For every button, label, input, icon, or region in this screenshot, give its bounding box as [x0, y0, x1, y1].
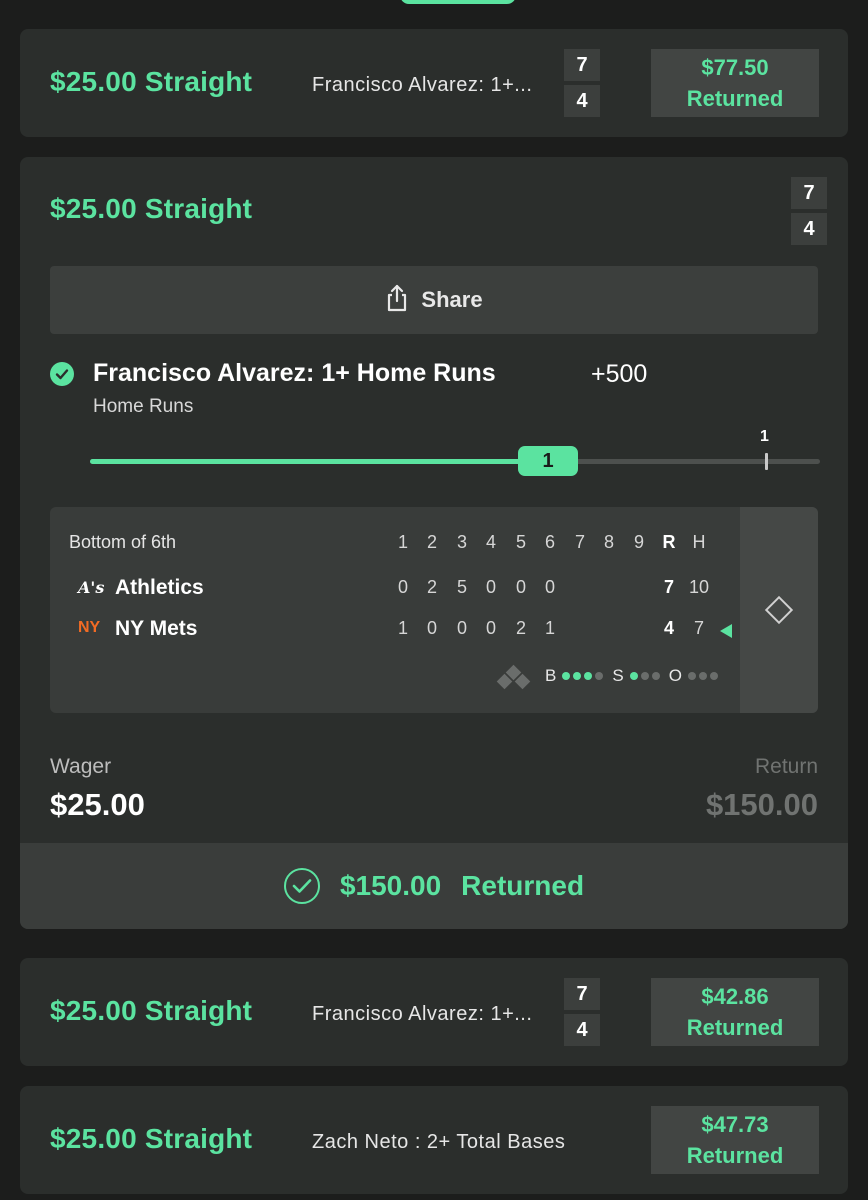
strike-dot — [629, 672, 638, 680]
inning-score: 2 — [426, 577, 437, 597]
field-view-button[interactable] — [740, 507, 818, 713]
share-button[interactable]: Share — [50, 266, 818, 334]
returned-label: Returned — [686, 86, 784, 111]
inning-score: 2 — [515, 618, 526, 638]
returned-label: Returned — [686, 1015, 784, 1040]
bet-card-3[interactable]: $25.00 Straight Francisco Alvarez: 1+...… — [20, 958, 848, 1066]
inning-score: 5 — [456, 577, 467, 597]
share-icon — [385, 284, 409, 317]
ball-dot — [595, 672, 604, 680]
athletics-logo-icon: A's — [78, 578, 105, 597]
score-away: 7 — [791, 177, 827, 209]
batting-indicator-icon — [720, 624, 732, 638]
returned-amount: $150.00 — [339, 870, 442, 901]
bet-title: $25.00 Straight — [50, 995, 253, 1026]
balls-label: B — [545, 666, 557, 685]
leg-won-check-icon — [50, 362, 74, 386]
hits-home: 7 — [693, 618, 704, 638]
inning-header: 2 — [426, 532, 437, 552]
out-dot — [698, 672, 707, 680]
returned-badge: $42.86 Returned — [651, 978, 819, 1046]
strikes-label: S — [612, 666, 624, 685]
ball-dot — [562, 672, 571, 680]
progress-track — [90, 459, 820, 464]
leg-market: Home Runs — [93, 396, 194, 417]
hits-away: 10 — [688, 577, 710, 597]
inning-score: 1 — [397, 618, 408, 638]
leg-description: Francisco Alvarez: 1+... — [312, 1003, 533, 1025]
inning-score: 1 — [544, 618, 555, 638]
inning-status: Bottom of 6th — [69, 532, 177, 552]
bet-title: $25.00 Straight — [50, 193, 253, 224]
score-away: 7 — [564, 978, 600, 1010]
inning-header: 7 — [574, 532, 585, 552]
strike-dot — [640, 672, 649, 680]
inning-score: 0 — [515, 577, 526, 597]
ball-dot — [573, 672, 582, 680]
bet-card-1[interactable]: $25.00 Straight Francisco Alvarez: 1+...… — [20, 29, 848, 137]
score-away: 7 — [564, 49, 600, 81]
strike-dot — [651, 672, 660, 680]
inning-header: 9 — [633, 532, 644, 552]
outs-label: O — [668, 666, 682, 685]
leg-description: Francisco Alvarez: 1+... — [312, 74, 533, 96]
progress-current-value: 1 — [518, 446, 578, 476]
leg-description: Zach Neto : 2+ Total Bases — [312, 1131, 566, 1153]
inning-header: 5 — [515, 532, 526, 552]
returned-amount: $47.73 — [701, 1112, 769, 1137]
share-label: Share — [421, 287, 483, 312]
returned-label: Returned — [686, 1143, 784, 1168]
progress-target-label: 1 — [760, 428, 769, 445]
out-dot — [687, 672, 696, 680]
returned-amount: $42.86 — [701, 984, 769, 1009]
out-dot — [709, 672, 718, 680]
bet-card-4[interactable]: $25.00 Straight Zach Neto : 2+ Total Bas… — [20, 1086, 848, 1194]
scoreboard[interactable]: Bottom of 6th 1 2 3 4 5 6 7 8 9 R H A's … — [50, 507, 818, 713]
leg-odds: +500 — [591, 360, 648, 388]
inning-header: 8 — [603, 532, 614, 552]
inning-score: 0 — [456, 618, 467, 638]
runs-home: 4 — [663, 618, 674, 638]
hits-header: H — [692, 532, 706, 552]
progress-fill — [90, 459, 550, 464]
leg-title: Francisco Alvarez: 1+ Home Runs — [93, 359, 496, 387]
inning-header: 3 — [456, 532, 467, 552]
inning-header: 6 — [544, 532, 555, 552]
score-home: 4 — [564, 1014, 600, 1046]
inning-header: 1 — [397, 532, 408, 552]
inning-score: 0 — [426, 618, 437, 638]
bases-diamond-icon — [496, 664, 532, 691]
return-label: Return — [754, 755, 818, 778]
ball-dot — [584, 672, 593, 680]
returned-badge: $47.73 Returned — [651, 1106, 819, 1174]
top-tab-indicator — [400, 0, 516, 4]
runs-header: R — [662, 532, 676, 552]
inning-header: 4 — [485, 532, 496, 552]
inning-score: 0 — [485, 618, 496, 638]
wager-value: $25.00 — [50, 787, 145, 822]
inning-score: 0 — [485, 577, 496, 597]
team-name-home: NY Mets — [115, 617, 198, 640]
mets-logo-icon: NY — [78, 619, 101, 636]
return-value: $150.00 — [705, 787, 818, 822]
bet-title: $25.00 Straight — [50, 1123, 253, 1154]
score-home: 4 — [564, 85, 600, 117]
diamond-icon — [764, 595, 794, 625]
inning-score: 0 — [397, 577, 408, 597]
check-circle-icon — [283, 868, 320, 904]
bet-card-2-expanded[interactable]: $25.00 Straight 7 4 Share Francisco Alva… — [20, 157, 848, 929]
team-name-away: Athletics — [115, 576, 204, 599]
progress-target-tick — [765, 453, 768, 470]
returned-banner: $150.00 Returned — [20, 843, 848, 929]
score-home: 4 — [791, 213, 827, 245]
bet-title: $25.00 Straight — [50, 66, 253, 97]
returned-label: Returned — [461, 870, 585, 901]
returned-badge: $77.50 Returned — [651, 49, 819, 117]
runs-away: 7 — [663, 577, 674, 597]
returned-amount: $77.50 — [701, 55, 769, 80]
wager-label: Wager — [50, 755, 112, 778]
count-indicator: B S O — [545, 666, 718, 686]
inning-score: 0 — [544, 577, 555, 597]
